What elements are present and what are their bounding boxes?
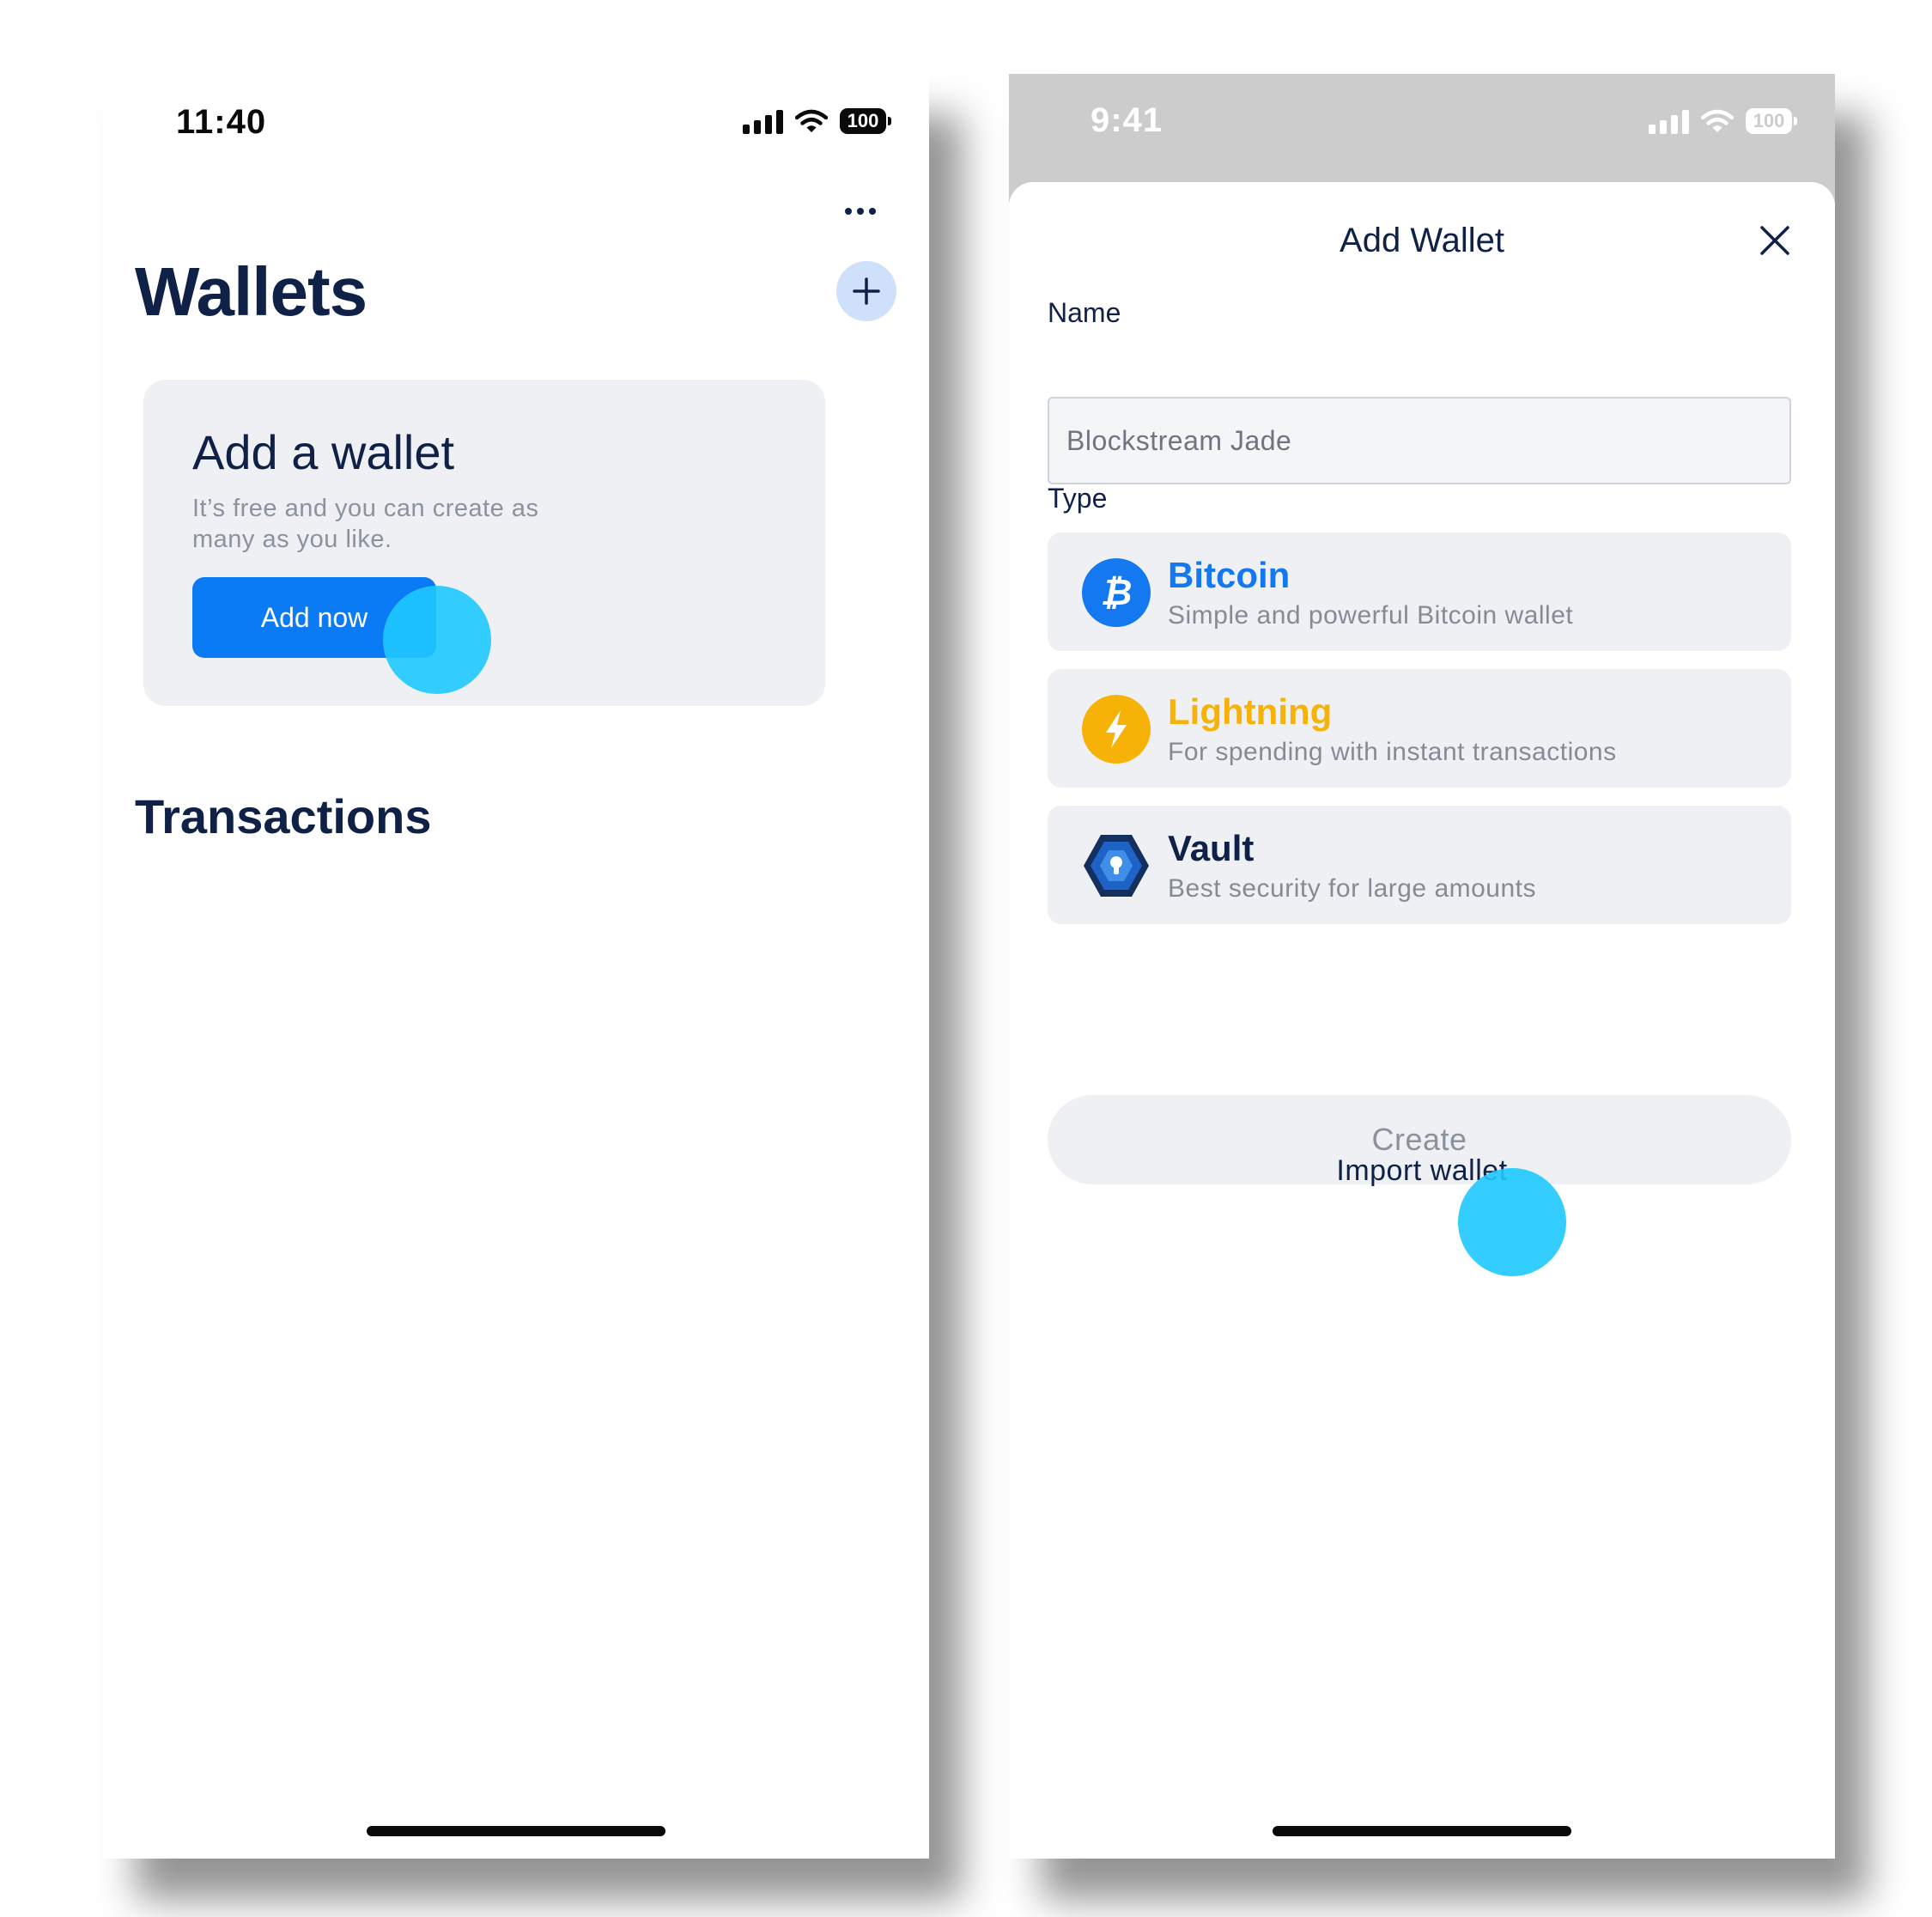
battery-icon: 100 [1746,108,1797,134]
type-name-vault: Vault [1168,828,1255,868]
status-icons: 100 [1649,108,1797,134]
type-label: Type [1048,483,1108,514]
type-name-lightning: Lightning [1168,691,1333,732]
wifi-icon [795,109,828,132]
type-name-bitcoin: Bitcoin [1168,555,1291,595]
page-title: Wallets [135,253,368,330]
vault-icon [1084,835,1149,897]
battery-level: 100 [1753,110,1785,131]
cellular-signal-icon [1649,108,1689,134]
type-description-bitcoin: Simple and powerful Bitcoin wallet [1168,601,1574,630]
home-indicator [1273,1826,1571,1836]
name-input[interactable] [1048,397,1791,484]
import-wallet-link[interactable]: Import wallet [1009,1154,1835,1188]
add-wallet-heading: Add a wallet [192,425,455,479]
sheet-title: Add Wallet [1340,222,1504,259]
type-option-lightning[interactable]: Lightning For spending with instant tran… [1048,669,1791,788]
name-label: Name [1048,297,1121,328]
plus-icon [853,277,880,305]
more-dots-icon [845,208,852,215]
type-option-vault[interactable]: Vault Best security for large amounts [1048,806,1791,924]
bitcoin-icon: ₿ [1082,558,1151,627]
type-description-vault: Best security for large amounts [1168,874,1537,903]
svg-text:₿: ₿ [1101,571,1133,613]
add-wallet-sheet: Add Wallet Name Type ₿ Bitcoin Simple an… [1009,182,1835,1859]
tap-indicator [383,586,491,694]
battery-level: 100 [847,110,879,131]
close-button[interactable] [1751,216,1799,265]
type-option-bitcoin[interactable]: ₿ Bitcoin Simple and powerful Bitcoin wa… [1048,532,1791,651]
tap-indicator [1458,1168,1566,1276]
status-time: 9:41 [1091,101,1163,139]
battery-icon: 100 [840,108,891,134]
add-now-label: Add now [260,601,368,633]
type-description-lightning: For spending with instant transactions [1168,738,1617,766]
cellular-signal-icon [743,108,783,134]
transactions-title: Transactions [135,789,432,843]
home-indicator [367,1826,665,1836]
more-options-button[interactable] [835,194,886,228]
add-wallet-description: It’s free and you can create as many as … [192,495,539,553]
close-icon [1760,226,1789,255]
add-wallet-circle-button[interactable] [836,261,896,321]
add-wallet-screen: 9:41 100 Add Wallet Name Type ₿ [1009,74,1835,1859]
wallets-screen: 11:40 100 Wallets Add a wallet It’s free… [103,74,929,1859]
status-icons: 100 [743,108,891,134]
lightning-icon [1082,695,1151,764]
create-label: Create [1371,1122,1467,1157]
wifi-icon [1701,109,1734,132]
status-time: 11:40 [176,103,267,141]
